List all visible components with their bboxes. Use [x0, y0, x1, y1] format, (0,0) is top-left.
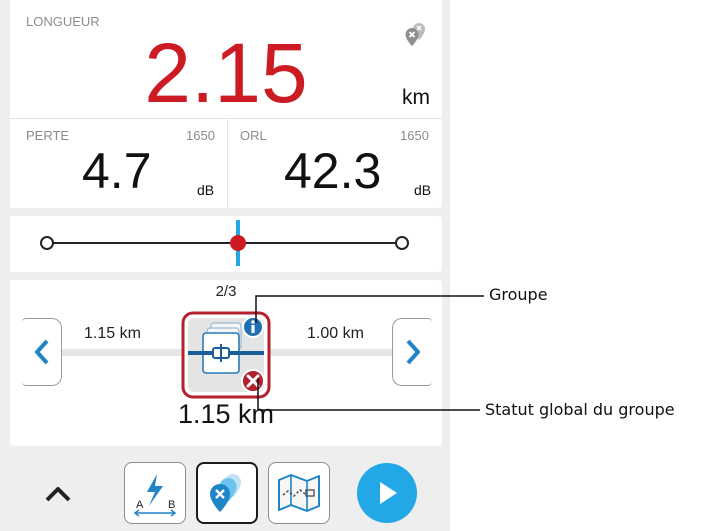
element-navigator: 2/3 1.15 km 1.00 km 1.15 km [10, 280, 442, 446]
markers-icon [210, 474, 241, 512]
fail-status-icon [241, 369, 265, 393]
start-test-button[interactable] [357, 463, 417, 523]
loss-unit: dB [197, 182, 215, 198]
map-button[interactable] [268, 462, 330, 524]
distance-right: 1.00 km [307, 325, 364, 342]
length-value: 2.15 [144, 26, 308, 120]
loss-label: PERTE [26, 128, 70, 143]
otdr-test-icon: A B [133, 474, 177, 517]
bottom-toolbar: A B [0, 454, 450, 531]
group-callout: Groupe [489, 285, 548, 304]
divider [10, 118, 442, 119]
slider-start-handle [40, 236, 54, 250]
orl-label: ORL [240, 128, 267, 143]
chevron-right-icon [406, 339, 420, 365]
element-distance: 1.15 km [177, 399, 275, 429]
orl-value: 42.3 [284, 143, 382, 199]
group-element-tile[interactable] [181, 311, 271, 399]
chevron-left-icon [34, 339, 48, 365]
loss-value: 4.7 [82, 143, 152, 199]
divider [227, 118, 228, 208]
map-icon [278, 474, 320, 512]
slider-end-handle [395, 236, 409, 250]
length-label: LONGUEUR [26, 14, 100, 29]
group-status-callout: Statut global du groupe [485, 400, 675, 419]
slider-marker [230, 235, 246, 251]
length-unit: km [402, 86, 430, 109]
expand-button[interactable] [38, 474, 78, 514]
previous-element-button[interactable] [22, 318, 62, 386]
next-element-button[interactable] [392, 318, 432, 386]
chevron-up-icon [45, 487, 71, 502]
otdr-test-button[interactable]: A B [124, 462, 186, 524]
play-icon [380, 482, 397, 504]
element-counter: 2/3 [215, 283, 237, 300]
app-panel: LONGUEUR 2.15 km PERTE 1650 4.7 dB ORL 1… [0, 0, 450, 531]
distance-left: 1.15 km [84, 325, 141, 342]
position-slider[interactable] [10, 216, 442, 272]
svg-text:B: B [168, 499, 175, 511]
results-card: LONGUEUR 2.15 km PERTE 1650 4.7 dB ORL 1… [10, 0, 442, 208]
loss-wavelength: 1650 [186, 128, 215, 143]
orl-unit: dB [414, 182, 432, 198]
markers-button[interactable] [196, 462, 258, 524]
info-status-icon [242, 316, 264, 338]
orl-wavelength: 1650 [400, 128, 429, 143]
svg-text:A: A [136, 499, 144, 511]
